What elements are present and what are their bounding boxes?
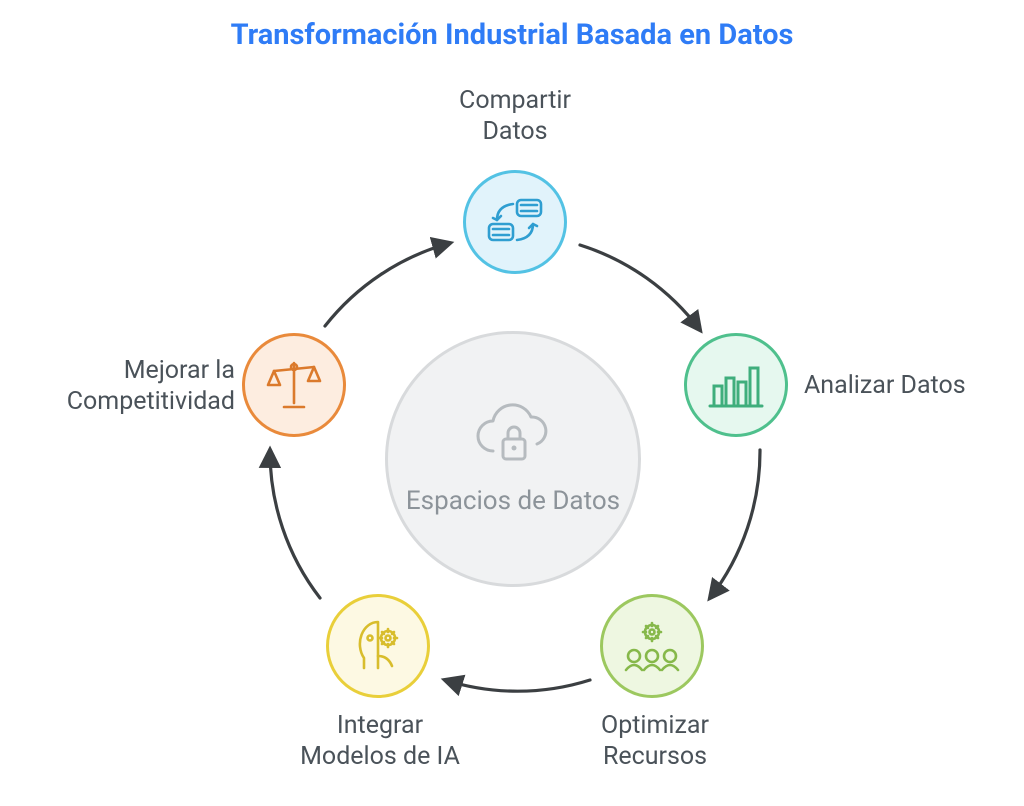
label-improve: Mejorar la Competitividad [60,355,235,418]
label-optimize: Optimizar Recursos [570,710,740,773]
scales-icon [262,357,326,413]
diagram-title: Transformación Industrial Basada en Dato… [0,18,1024,52]
node-share [463,170,567,274]
center-label: Espacios de Datos [406,485,620,518]
bar-chart-icon [706,360,766,410]
center-hub: Espacios de Datos [385,331,641,587]
node-integrate [326,594,430,698]
label-share: Compartir Datos [420,85,610,148]
cloud-lock-icon [468,401,558,475]
node-improve [242,333,346,437]
label-analyze: Analizar Datos [804,370,966,401]
data-exchange-icon [483,194,547,250]
node-analyze [684,333,788,437]
team-gear-icon [620,618,684,674]
diagram-stage: { "title": "Transformación Industrial Ba… [0,0,1024,806]
ai-head-gear-icon [348,616,408,676]
label-integrate: Integrar Modelos de IA [280,710,480,773]
node-optimize [600,594,704,698]
